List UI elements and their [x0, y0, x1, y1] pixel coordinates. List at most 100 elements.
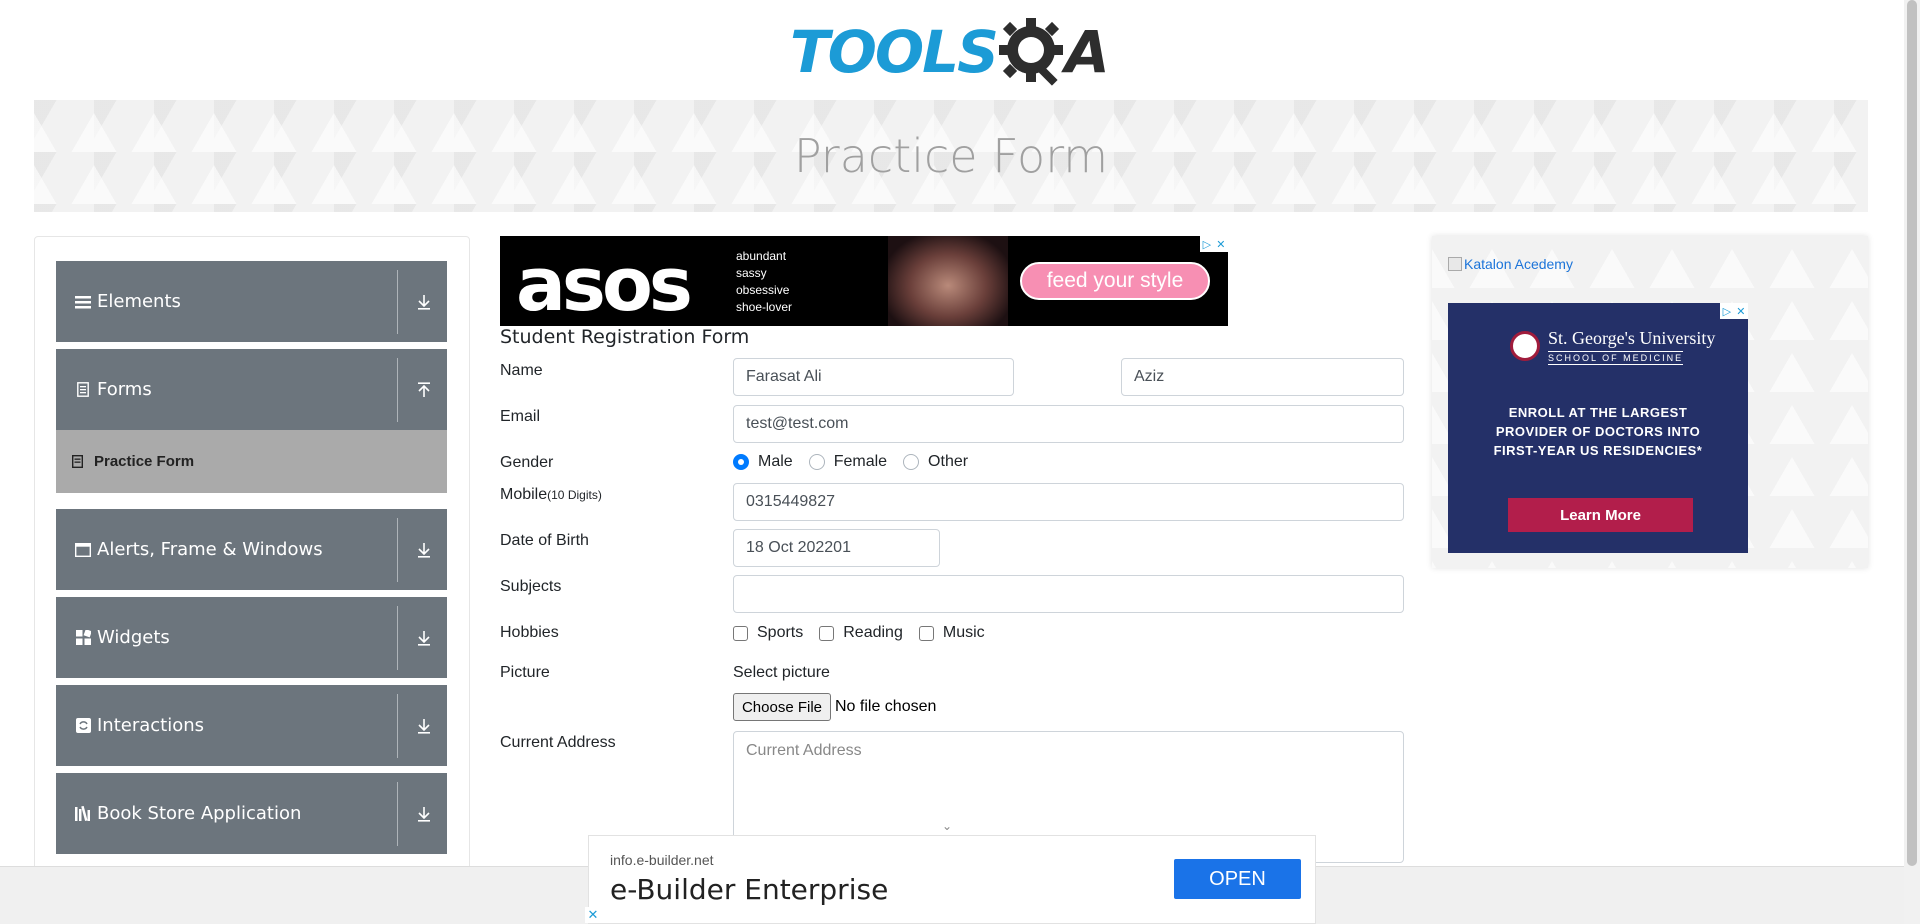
sidebar-group-book-store[interactable]: Book Store Application [56, 773, 447, 854]
ad-tag: obsessive [736, 283, 790, 297]
collapse-icon[interactable] [414, 380, 434, 400]
page-banner: Practice Form [34, 100, 1868, 212]
subjects-input[interactable] [733, 575, 1404, 613]
gear-magnifier-icon [998, 18, 1063, 86]
first-name-input[interactable]: Farasat Ali [733, 358, 1014, 396]
email-label: Email [500, 408, 541, 425]
radio-button[interactable] [808, 454, 825, 470]
sidebar-group-interactions[interactable]: Interactions [56, 685, 447, 766]
bottom-ad-ebuilder[interactable]: info.e-builder.net e-Builder Enterprise … [585, 835, 1316, 924]
sidebar-group-alerts[interactable]: Alerts, Frame & Windows [56, 509, 447, 590]
mobile-label-text: Mobile [500, 486, 548, 503]
expand-icon[interactable] [414, 628, 434, 648]
close-icon[interactable]: ✕ [585, 907, 601, 923]
sidebar-group-widgets[interactable]: Widgets [56, 597, 447, 678]
date-of-birth-input[interactable]: 18 Oct 202201 [733, 529, 940, 567]
gender-radio-group: Male Female Other [733, 453, 984, 471]
ad-message-line: PROVIDER OF DOCTORS INTO [1495, 424, 1701, 439]
katalon-ad-link[interactable]: Katalon Acedemy [1448, 256, 1573, 272]
broken-image-icon [1448, 257, 1462, 271]
expand-icon[interactable] [414, 716, 434, 736]
option-label: Female [833, 453, 888, 470]
gender-option-female[interactable]: Female [808, 453, 888, 471]
logo-text-a: A [1064, 18, 1110, 86]
divider [397, 781, 398, 846]
hobby-option-music[interactable]: Music [918, 624, 985, 642]
sidebar-group-label: Widgets [97, 627, 170, 648]
subjects-label: Subjects [500, 578, 562, 595]
ad-info-icon[interactable]: ▷ [1723, 305, 1731, 318]
ad-sgu[interactable]: ▷ ✕ St. George's University SCHOOL OF MED… [1448, 303, 1748, 553]
option-label: Reading [843, 624, 903, 641]
choose-file-button[interactable]: Choose File [733, 693, 831, 721]
ad-domain: info.e-builder.net [610, 852, 714, 868]
learn-more-button[interactable]: Learn More [1508, 498, 1693, 532]
last-name-input[interactable]: Aziz [1121, 358, 1404, 396]
form-icon [74, 382, 92, 398]
mobile-hint: (10 Digits) [547, 488, 602, 502]
select-picture-label: Select picture [733, 664, 830, 681]
open-button[interactable]: OPEN [1174, 859, 1301, 899]
checkbox[interactable] [733, 625, 748, 641]
hobby-option-sports[interactable]: Sports [733, 624, 803, 642]
close-icon[interactable]: ✕ [1216, 238, 1225, 251]
ad-brand: asos [516, 242, 693, 326]
ad-tag: abundant [736, 249, 787, 263]
divider [397, 517, 398, 582]
toolsqa-logo[interactable]: TOOLS A [790, 14, 1116, 90]
scrollbar-thumb[interactable] [1907, 0, 1917, 866]
expand-icon[interactable] [414, 540, 434, 560]
ad-message-line: FIRST-YEAR US RESIDENCIES* [1493, 443, 1703, 458]
option-label: Sports [757, 624, 804, 641]
sidebar-group-elements[interactable]: Elements [56, 261, 447, 342]
gender-label: Gender [500, 454, 554, 471]
school-name: SCHOOL OF MEDICINE [1548, 351, 1684, 365]
interactions-icon [74, 718, 92, 734]
expand-icon[interactable] [414, 292, 434, 312]
ad-tags: abundant sassy obsessive shoe-lover [736, 248, 792, 316]
ad-choices-badge[interactable]: ▷ ✕ [1200, 236, 1228, 252]
hobbies-checkbox-group: Sports Reading Music [733, 624, 1001, 642]
divider [397, 605, 398, 670]
form-title: Student Registration Form [500, 326, 750, 348]
mobile-label: Mobile(10 Digits) [500, 486, 602, 504]
sidebar-item-label: Practice Form [94, 453, 195, 470]
gender-option-other[interactable]: Other [903, 453, 968, 471]
divider [397, 693, 398, 758]
ad-tag: sassy [736, 266, 767, 280]
hobby-option-reading[interactable]: Reading [819, 624, 903, 642]
books-icon [74, 806, 92, 822]
option-label: Male [758, 453, 793, 470]
mobile-input[interactable]: 0315449827 [733, 483, 1404, 521]
gender-option-male[interactable]: Male [733, 453, 793, 471]
email-input[interactable]: test@test.com [733, 405, 1404, 443]
file-status: No file chosen [835, 698, 937, 715]
option-label: Other [928, 453, 969, 470]
picture-label: Picture [500, 664, 550, 681]
divider [397, 357, 398, 422]
checkbox[interactable] [918, 625, 934, 641]
radio-button[interactable] [733, 454, 749, 470]
sidebar-group-forms[interactable]: Forms [56, 349, 447, 430]
university-crest-icon [1510, 331, 1540, 361]
ad-info-icon[interactable]: ▷ [1203, 238, 1211, 251]
address-label: Current Address [500, 734, 616, 751]
widgets-icon [74, 630, 92, 646]
sidebar-group-label: Book Store Application [97, 803, 302, 824]
ad-banner-asos[interactable]: asos abundant sassy obsessive shoe-lover… [500, 236, 1228, 326]
sidebar-group-label: Alerts, Frame & Windows [97, 539, 323, 560]
ad-brand: e-Builder Enterprise [610, 873, 889, 906]
sidebar-group-label: Forms [97, 379, 152, 400]
close-icon[interactable]: ✕ [1736, 305, 1745, 318]
katalon-alt-text: Katalon Acedemy [1464, 256, 1573, 272]
radio-button[interactable] [903, 454, 920, 470]
divider [397, 269, 398, 334]
sidebar-item-practice-form[interactable]: Practice Form [56, 430, 447, 493]
ad-cta[interactable]: feed your style [1020, 262, 1210, 300]
expand-icon[interactable] [414, 804, 434, 824]
sidebar-group-label: Elements [97, 291, 181, 312]
name-label: Name [500, 362, 543, 379]
ad-choices-badge[interactable]: ▷ ✕ [1720, 303, 1748, 319]
university-name: St. George's University [1548, 328, 1716, 348]
checkbox[interactable] [819, 625, 835, 641]
